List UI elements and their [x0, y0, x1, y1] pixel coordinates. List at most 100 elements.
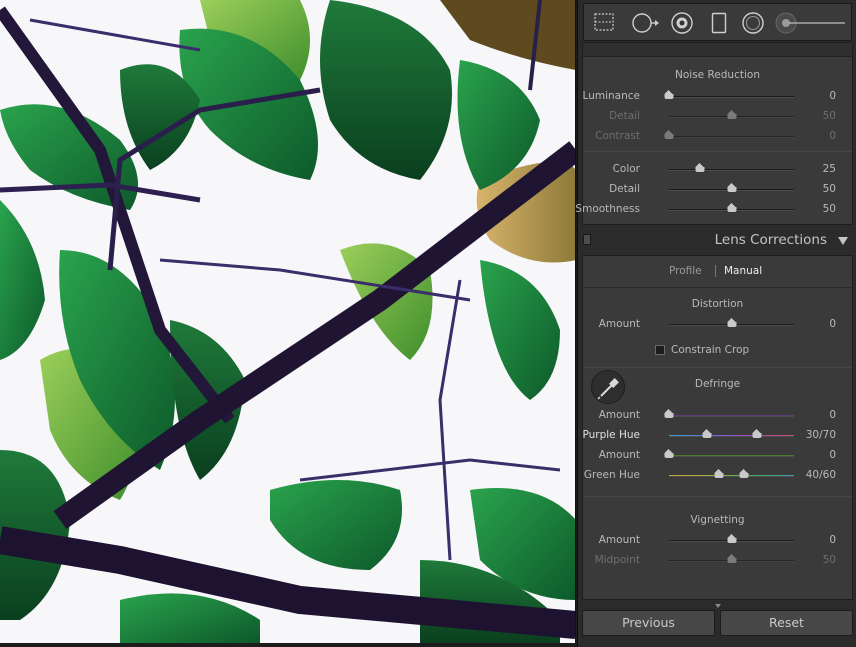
reset-button[interactable]: Reset: [720, 610, 853, 636]
purple-hue-label: Purple Hue: [582, 429, 640, 441]
luminance-label: Luminance: [582, 90, 640, 102]
slider-thumb-low[interactable]: [702, 429, 711, 439]
crop-overlay-icon[interactable]: [593, 12, 615, 36]
purple-amount-value[interactable]: 0: [829, 409, 836, 421]
lens-tabs: Profile Manual: [583, 256, 852, 288]
slider-thumb-low[interactable]: [714, 469, 724, 479]
green-amount-row[interactable]: Amount 0: [583, 446, 852, 466]
lightroom-develop-window: Noise Reduction Luminance 0 Detail 50 Co…: [0, 0, 856, 647]
distortion-amount-value[interactable]: 0: [829, 318, 836, 330]
color-row[interactable]: Color 25: [583, 160, 852, 180]
previous-button[interactable]: Previous: [582, 610, 715, 636]
collapse-triangle-icon[interactable]: [838, 237, 848, 245]
color-detail-slider[interactable]: [669, 183, 794, 192]
spot-removal-icon[interactable]: [631, 12, 659, 38]
green-amount-value[interactable]: 0: [829, 449, 836, 461]
leaf-photo: [0, 0, 575, 643]
luminance-contrast-slider[interactable]: [664, 130, 794, 139]
section-toggle-switch[interactable]: [583, 234, 591, 245]
constrain-crop-label[interactable]: Constrain Crop: [671, 344, 749, 356]
purple-amount-row[interactable]: Amount 0: [583, 406, 852, 426]
develop-right-panel: Noise Reduction Luminance 0 Detail 50 Co…: [575, 0, 856, 647]
green-hue-slider[interactable]: [669, 469, 794, 478]
tab-separator: [715, 265, 716, 277]
radial-filter-icon[interactable]: [742, 12, 764, 38]
purple-hue-row[interactable]: Purple Hue 30/70: [582, 426, 852, 446]
divider: [583, 151, 852, 152]
tab-manual[interactable]: Manual: [724, 265, 762, 277]
green-hue-row[interactable]: Green Hue 40/60: [583, 466, 852, 486]
vignetting-amount-row[interactable]: Amount 0: [583, 531, 852, 551]
detail-section: Noise Reduction Luminance 0 Detail 50 Co…: [575, 42, 853, 225]
distortion-amount-label: Amount: [598, 318, 640, 330]
smoothness-value[interactable]: 50: [823, 203, 836, 215]
color-slider[interactable]: [669, 163, 794, 172]
slider-thumb[interactable]: [727, 203, 736, 213]
smoothness-slider[interactable]: [669, 203, 794, 212]
slider-thumb-high[interactable]: [739, 469, 749, 479]
lens-corrections-section: Profile Manual Distortion Amount 0 Const…: [582, 255, 853, 600]
distortion-amount-slider[interactable]: [669, 318, 794, 327]
section-header-strip: [583, 43, 852, 57]
vignetting-midpoint-row[interactable]: Midpoint 50: [583, 551, 852, 571]
color-detail-label: Detail: [609, 183, 640, 195]
slider-thumb[interactable]: [695, 163, 705, 173]
color-detail-row[interactable]: Detail 50: [583, 180, 852, 200]
defringe-heading: Defringe: [694, 378, 741, 390]
luminance-detail-row[interactable]: Detail 50: [583, 107, 852, 127]
luminance-contrast-label: Contrast: [595, 130, 640, 142]
slider-thumb[interactable]: [664, 130, 674, 140]
slider-thumb[interactable]: [727, 183, 736, 193]
distortion-amount-row[interactable]: Amount 0: [583, 315, 852, 335]
slider-thumb-high[interactable]: [752, 429, 761, 439]
smoothness-label: Smoothness: [575, 203, 640, 215]
luminance-detail-label: Detail: [609, 110, 640, 122]
noise-reduction-heading: Noise Reduction: [675, 69, 760, 81]
purple-amount-slider[interactable]: [664, 409, 794, 418]
vignetting-amount-slider[interactable]: [669, 534, 794, 543]
color-label: Color: [612, 163, 640, 175]
constrain-crop-checkbox[interactable]: [655, 345, 665, 355]
green-amount-slider[interactable]: [664, 449, 794, 458]
divider: [583, 367, 852, 368]
purple-amount-label: Amount: [598, 409, 640, 421]
color-value[interactable]: 25: [823, 163, 836, 175]
luminance-contrast-value[interactable]: 0: [829, 130, 836, 142]
distortion-heading: Distortion: [691, 298, 744, 310]
luminance-detail-slider[interactable]: [669, 110, 794, 119]
slider-thumb[interactable]: [727, 534, 736, 544]
vignetting-amount-label: Amount: [598, 534, 640, 546]
slider-thumb[interactable]: [664, 409, 674, 419]
slider-thumb[interactable]: [664, 90, 674, 100]
green-hue-value[interactable]: 40/60: [806, 469, 836, 481]
vignetting-midpoint-slider[interactable]: [669, 554, 794, 563]
panel-end-marker-icon: [715, 604, 721, 608]
luminance-contrast-row[interactable]: Contrast 0: [583, 127, 852, 147]
green-amount-label: Amount: [598, 449, 640, 461]
red-eye-icon[interactable]: [671, 12, 693, 38]
color-detail-value[interactable]: 50: [823, 183, 836, 195]
slider-thumb[interactable]: [664, 449, 674, 459]
adjustment-brush-icon[interactable]: [775, 12, 847, 38]
lens-corrections-header[interactable]: Lens Corrections: [578, 227, 856, 255]
vignetting-amount-value[interactable]: 0: [829, 534, 836, 546]
luminance-value[interactable]: 0: [829, 90, 836, 102]
tab-profile[interactable]: Profile: [669, 265, 702, 277]
luminance-slider[interactable]: [664, 90, 794, 99]
slider-thumb[interactable]: [727, 110, 736, 120]
vignetting-midpoint-value[interactable]: 50: [823, 554, 836, 566]
purple-hue-slider[interactable]: [669, 429, 794, 438]
purple-hue-value[interactable]: 30/70: [806, 429, 836, 441]
graduated-filter-icon[interactable]: [711, 12, 727, 38]
luminance-detail-value[interactable]: 50: [823, 110, 836, 122]
slider-thumb[interactable]: [727, 318, 736, 328]
photo-preview[interactable]: [0, 0, 576, 643]
smoothness-row[interactable]: Smoothness 50: [575, 200, 852, 220]
vignetting-heading: Vignetting: [690, 514, 745, 526]
luminance-row[interactable]: Luminance 0: [583, 87, 852, 107]
divider: [583, 496, 852, 497]
lens-corrections-title: Lens Corrections: [714, 232, 827, 248]
slider-thumb[interactable]: [727, 554, 736, 564]
tool-strip: [583, 3, 852, 41]
vignetting-midpoint-label: Midpoint: [594, 554, 640, 566]
